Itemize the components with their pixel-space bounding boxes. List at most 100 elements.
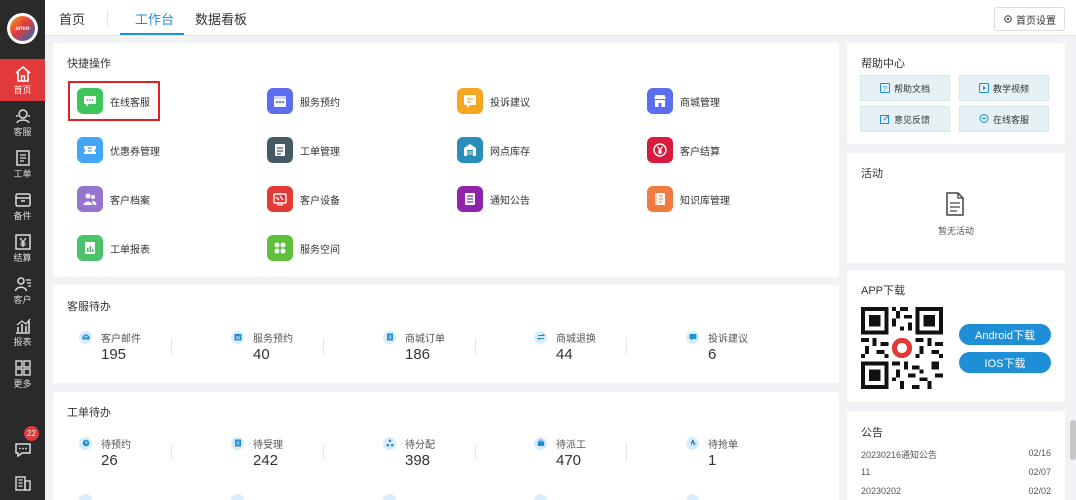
store-icon: [647, 88, 673, 114]
quick-action-label: 客户设备: [300, 195, 340, 207]
quick-action-customer-settlement[interactable]: 客户结算: [647, 136, 720, 164]
quick-action-label: 知识库管理: [680, 195, 730, 207]
todo-mall-orders[interactable]: 商城订单 186: [383, 330, 445, 363]
app-download-title: APP下载: [861, 285, 906, 297]
notice-list-icon: [457, 186, 483, 212]
todo-pending-grab[interactable]: 待抢单 1: [686, 436, 738, 469]
notice-row[interactable]: 11 02/07: [861, 467, 1051, 477]
quick-action-knowledge-base[interactable]: 知识库管理: [647, 185, 730, 213]
stat-divider: [171, 444, 172, 460]
hierarchy-icon: [383, 436, 396, 450]
book-icon: [647, 186, 673, 212]
sidebar-item-home[interactable]: 首页: [0, 59, 45, 101]
todo-value: 26: [101, 452, 118, 469]
quick-action-label: 优惠券管理: [110, 146, 160, 158]
todo-value: 186: [405, 346, 431, 363]
online-service-button[interactable]: 在线客服: [959, 106, 1049, 132]
feedback-label: 意见反馈: [893, 114, 930, 125]
notices-title: 公告: [861, 427, 883, 439]
chart-icon: [15, 318, 30, 334]
todo-pending-booking[interactable]: 待预约 26: [79, 436, 131, 469]
sidebar-item-customers[interactable]: 客户: [0, 269, 45, 311]
chat-bubble-icon: [77, 88, 103, 114]
todo-pending-dispatch[interactable]: 待派工 470: [534, 436, 586, 469]
sidebar-item-tickets[interactable]: 工单: [0, 143, 45, 185]
exchange-icon: [534, 330, 547, 344]
todo-complaints[interactable]: 投诉建议 6: [686, 330, 748, 363]
quick-action-label: 服务空间: [300, 244, 340, 256]
edit-icon: [879, 114, 890, 124]
home-icon: [14, 65, 31, 82]
quick-action-label: 在线客服: [110, 97, 150, 109]
sidebar-item-settlement[interactable]: 结算: [0, 227, 45, 269]
android-download-button[interactable]: Android下载: [959, 324, 1051, 345]
stat-divider: [171, 338, 172, 354]
todo-customer-mail[interactable]: 客户邮件 195: [79, 330, 141, 363]
quick-action-complaints[interactable]: 投诉建议: [457, 87, 530, 115]
brand-logo[interactable]: anvo: [7, 13, 38, 44]
help-docs-label: 帮助文档: [893, 83, 930, 94]
tutorial-videos-button[interactable]: 教学视频: [959, 75, 1049, 101]
help-docs-button[interactable]: ? 帮助文档: [860, 75, 950, 101]
sidebar-buildings[interactable]: [0, 463, 45, 500]
sidebar-item-label: 工单: [13, 169, 32, 179]
tab-workbench[interactable]: 工作台: [135, 0, 174, 36]
stat-divider: [626, 444, 627, 460]
quick-action-label: 网点库存: [490, 146, 530, 158]
quick-action-label: 客户结算: [680, 146, 720, 158]
todo-service-booking[interactable]: 服务预约 40: [231, 330, 293, 363]
sidebar-item-more[interactable]: 更多: [0, 353, 45, 395]
quick-action-online-service[interactable]: 在线客服: [77, 87, 150, 115]
todo-label: 待受理: [253, 439, 283, 451]
sidebar-item-label: 结算: [13, 253, 32, 263]
quick-action-service-booking[interactable]: 服务预约: [267, 87, 340, 115]
ios-download-button[interactable]: IOS下载: [959, 352, 1051, 373]
notices-panel: 公告 20230216通知公告 02/16 11 02/07 20230202 …: [847, 411, 1065, 500]
todo-value: 195: [101, 346, 127, 363]
todo-label: 客户邮件: [101, 333, 141, 345]
quick-action-mall-management[interactable]: 商城管理: [647, 87, 720, 115]
todo-label: 商城订单: [405, 333, 445, 345]
sidebar-item-reports[interactable]: 报表: [0, 311, 45, 353]
quick-action-label: 服务预约: [300, 97, 340, 109]
quick-action-branch-inventory[interactable]: 网点库存: [457, 136, 530, 164]
notice-row[interactable]: 20230202 02/02: [861, 486, 1051, 496]
todo-pending-acceptance[interactable]: 待受理 242: [231, 436, 283, 469]
todo-value: 44: [556, 346, 573, 363]
service-todo-panel: 客服待办 客户邮件 195 服务预约 40 商城订单 186 商城退换 44 投…: [53, 285, 839, 383]
quick-action-announcements[interactable]: 通知公告: [457, 185, 530, 213]
todo-value: 398: [405, 452, 431, 469]
calendar-icon: [231, 330, 244, 344]
todo-mall-returns[interactable]: 商城退换 44: [534, 330, 596, 363]
stat-icon-partial: [383, 494, 396, 500]
home-settings-button[interactable]: 首页设置: [994, 7, 1065, 31]
feedback-button[interactable]: 意见反馈: [860, 106, 950, 132]
todo-label: 服务预约: [253, 333, 293, 345]
quick-action-customer-profiles[interactable]: 客户档案: [77, 185, 150, 213]
todo-pending-assignment[interactable]: 待分配 398: [383, 436, 435, 469]
tab-dashboard[interactable]: 数据看板: [195, 0, 247, 36]
tab-home[interactable]: 首页: [59, 0, 85, 36]
quick-action-ticket-management[interactable]: 工单管理: [267, 136, 340, 164]
activity-panel: 活动 暂无活动: [847, 153, 1065, 263]
quick-action-service-space[interactable]: 服务空间: [267, 234, 340, 262]
message-count-badge: 22: [24, 426, 39, 441]
notice-date: 02/02: [1028, 486, 1051, 496]
empty-document-icon: [946, 192, 964, 216]
quick-action-coupon-management[interactable]: 优惠券管理: [77, 136, 160, 164]
activity-empty-text: 暂无活动: [937, 226, 974, 236]
notice-row[interactable]: 20230216通知公告 02/16: [861, 448, 1051, 461]
warehouse-icon: [457, 137, 483, 163]
clock-icon: [79, 436, 92, 450]
document-icon: [231, 436, 244, 450]
todo-label: 商城退换: [556, 333, 596, 345]
user-list-icon: [14, 277, 31, 292]
grid-icon: [14, 360, 31, 376]
quick-action-ticket-reports[interactable]: 工单报表: [77, 234, 150, 262]
sidebar-item-label: 客户: [13, 295, 32, 305]
quick-action-customer-devices[interactable]: 客户设备: [267, 185, 340, 213]
qr-code-image: [861, 307, 943, 389]
sidebar-item-parts[interactable]: 备件: [0, 185, 45, 227]
sidebar-item-service[interactable]: 客服: [0, 101, 45, 143]
page-scrollbar[interactable]: [1070, 420, 1076, 460]
